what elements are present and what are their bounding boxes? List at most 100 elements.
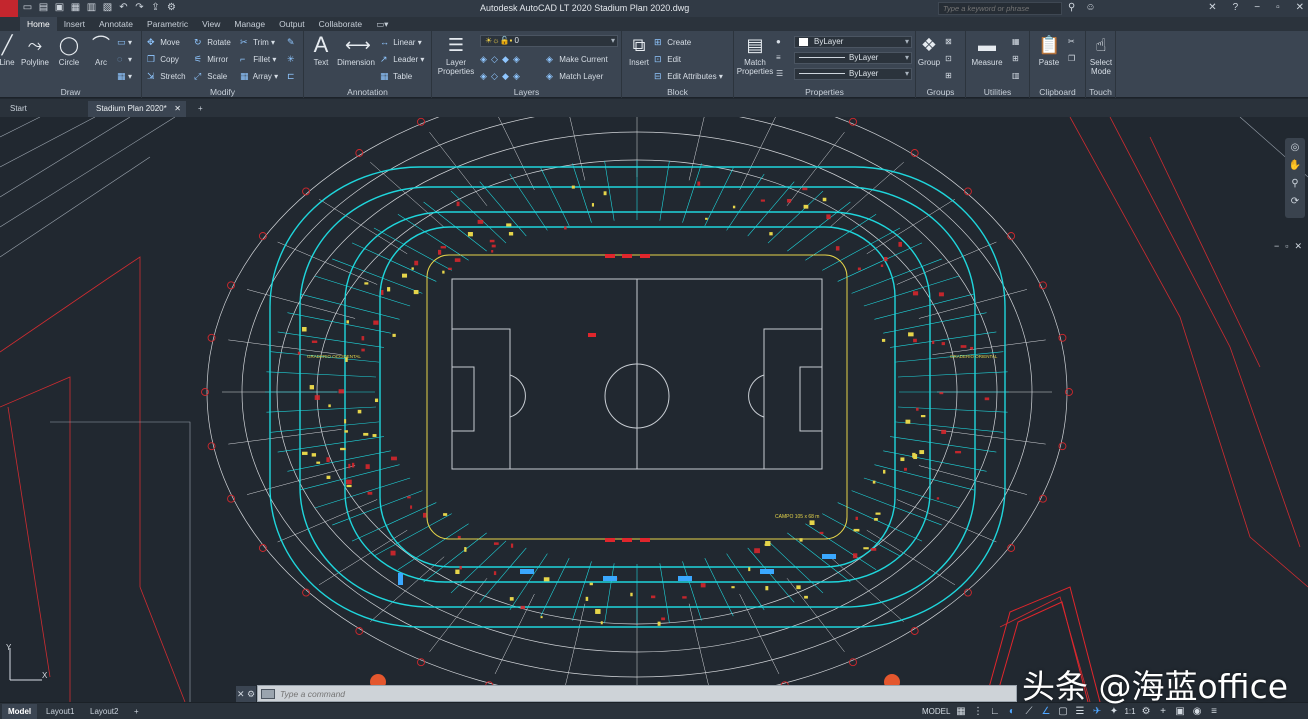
edit-attributes-button[interactable]: ⊟ Edit Attributes ▾ [654, 69, 723, 83]
leader-button[interactable]: ↗ Leader ▾ [380, 52, 424, 66]
stadium-drawing[interactable]: CAMPO 105 x 68 m GRADERIO OCCIDENTAL GRA… [0, 117, 1308, 702]
make-current-button[interactable]: ◈ Make Current [546, 52, 608, 66]
block-panel-title[interactable]: Block [622, 87, 733, 97]
modify-panel-title[interactable]: Modify [142, 87, 303, 97]
linetype-dropdown[interactable]: ByLayer [794, 52, 912, 64]
ribbon-options-icon[interactable]: ▭▾ [369, 17, 395, 31]
maximize-button[interactable]: ▫ [1276, 2, 1280, 13]
tab-view[interactable]: View [195, 17, 227, 31]
arc-button[interactable]: ⌒ Arc [84, 34, 118, 67]
array-button[interactable]: ▦ Array ▾ [240, 69, 278, 83]
match-properties-button[interactable]: ▤ Match Properties [736, 34, 774, 76]
explode-button[interactable]: ✳ [287, 52, 298, 66]
save-as-icon[interactable]: ▦ [70, 2, 81, 14]
user-icon[interactable]: ☺ [1085, 2, 1095, 13]
copy-button[interactable]: ❐ Copy [147, 52, 179, 66]
layers-panel-title[interactable]: Layers [432, 87, 621, 97]
erase-button[interactable]: ✎ [287, 35, 298, 49]
utilities-panel-title[interactable]: Utilities [966, 87, 1029, 97]
start-tab[interactable]: Start [2, 101, 88, 117]
draw-panel-title[interactable]: Draw [0, 87, 141, 97]
fillet-button[interactable]: ⌐ Fillet ▾ [240, 52, 276, 66]
boundary-button[interactable]: ▦ ▾ [117, 69, 132, 83]
lineweight-dropdown[interactable]: ByLayer [794, 68, 912, 80]
drawing-tab[interactable]: Stadium Plan 2020* ✕ [88, 101, 186, 117]
command-input[interactable] [275, 688, 1016, 699]
exchange-icon[interactable]: ✕ [1208, 2, 1216, 13]
layer-properties-button[interactable]: ☰ Layer Properties [436, 34, 476, 76]
paste-button[interactable]: 📋 Paste [1032, 34, 1066, 67]
close-tab-icon[interactable]: ✕ [174, 101, 181, 117]
workspace-icon[interactable]: ⚙ [166, 2, 177, 14]
layer-dropdown[interactable]: ☀☼🔓▪ 0 [480, 35, 618, 47]
dimension-button[interactable]: ⟷ Dimension [336, 34, 376, 67]
trim-button[interactable]: ✂ Trim ▾ [240, 35, 275, 49]
circle-button[interactable]: ◯ Circle [52, 34, 86, 67]
rotate-button[interactable]: ↻ Rotate [194, 35, 231, 49]
table-button[interactable]: ▦ Table [380, 69, 412, 83]
cut-icon[interactable]: ✂ [1068, 35, 1075, 49]
match-layer-button[interactable]: ◈ Match Layer [546, 69, 603, 83]
hatch-button[interactable]: ◌ ▾ [117, 52, 132, 66]
tab-manage[interactable]: Manage [227, 17, 272, 31]
ortho-icon[interactable]: ∟ [988, 705, 1001, 718]
tab-parametric[interactable]: Parametric [140, 17, 195, 31]
tab-home[interactable]: Home [20, 17, 57, 31]
undo-icon[interactable]: ↶ [118, 2, 129, 14]
close-viewport-icon[interactable]: ✕ [1294, 241, 1302, 252]
orbit-icon[interactable]: ⟳ [1291, 196, 1299, 207]
groups-panel-title[interactable]: Groups [916, 87, 965, 97]
tab-insert[interactable]: Insert [57, 17, 92, 31]
close-button[interactable]: ✕ [1296, 2, 1304, 13]
copy-clip-icon[interactable]: ❐ [1068, 52, 1075, 66]
help-icon[interactable]: ? [1233, 2, 1239, 13]
move-button[interactable]: ✥ Move [147, 35, 180, 49]
plot-icon[interactable]: ▥ [86, 2, 97, 14]
save-icon[interactable]: ▣ [54, 2, 65, 14]
mirror-button[interactable]: ⚟ Mirror [194, 52, 228, 66]
restore-viewport-icon[interactable]: − [1274, 241, 1279, 252]
edit-block-button[interactable]: ⊡ Edit [654, 52, 681, 66]
ungroup-icon[interactable]: ⊠ [945, 35, 952, 49]
insert-block-button[interactable]: ⧉ Insert [622, 34, 656, 67]
scale-button[interactable]: ⤢ Scale [194, 69, 227, 83]
annotation-panel-title[interactable]: Annotation [304, 87, 431, 97]
layer-tools-row2[interactable]: ◈ ◇ ◆ ◈ [480, 69, 524, 83]
properties-panel-title[interactable]: Properties [734, 87, 915, 97]
layout1-tab[interactable]: Layout1 [40, 704, 80, 719]
tab-output[interactable]: Output [272, 17, 312, 31]
command-line-close-icon[interactable]: ✕ ⚙ [236, 686, 256, 703]
layout2-tab[interactable]: Layout2 [84, 704, 124, 719]
zoom-icon[interactable]: ⚲ [1291, 178, 1298, 189]
tab-collaborate[interactable]: Collaborate [312, 17, 369, 31]
new-icon[interactable]: ▭ [22, 2, 33, 14]
tab-annotate[interactable]: Annotate [92, 17, 140, 31]
add-layout-icon[interactable]: + [128, 704, 145, 719]
measure-button[interactable]: ▬ Measure [970, 34, 1004, 67]
polar-icon[interactable]: ◐ [1005, 705, 1018, 718]
minimize-button[interactable]: − [1254, 2, 1260, 13]
color-wheel-icon[interactable]: ● [776, 35, 781, 49]
offset-button[interactable]: ⊏ [287, 69, 298, 83]
redo-icon[interactable]: ↷ [134, 2, 145, 14]
open-icon[interactable]: ▤ [38, 2, 49, 14]
group-edit-icon[interactable]: ⊡ [945, 52, 952, 66]
maximize-viewport-icon[interactable]: ▫ [1285, 241, 1288, 252]
text-button[interactable]: A Text [304, 34, 338, 68]
linear-button[interactable]: ↔ Linear ▾ [380, 35, 422, 49]
select-mode-button[interactable]: ☝ Select Mode [1084, 34, 1118, 76]
layer-tools-row1[interactable]: ◈ ◇ ◆ ◈ [480, 52, 524, 66]
grid-icon[interactable]: ▦ [954, 705, 967, 718]
id-point-icon[interactable]: ▥ [1012, 69, 1020, 83]
plot-preview-icon[interactable]: ▧ [102, 2, 113, 14]
drawing-canvas[interactable]: CAMPO 105 x 68 m GRADERIO OCCIDENTAL GRA… [0, 117, 1308, 702]
create-block-button[interactable]: ⊞ Create [654, 35, 691, 49]
rectangle-button[interactable]: ▭ ▾ [117, 35, 132, 49]
model-tab[interactable]: Model [2, 704, 38, 719]
binoculars-icon[interactable]: ⚲ [1068, 2, 1075, 13]
snap-icon[interactable]: ⋮ [971, 705, 984, 718]
pan-icon[interactable]: ✋ [1289, 160, 1301, 171]
clipboard-panel-title[interactable]: Clipboard [1030, 87, 1085, 97]
quick-select-icon[interactable]: ⊞ [1012, 52, 1019, 66]
color-dropdown[interactable]: ByLayer [794, 36, 912, 48]
